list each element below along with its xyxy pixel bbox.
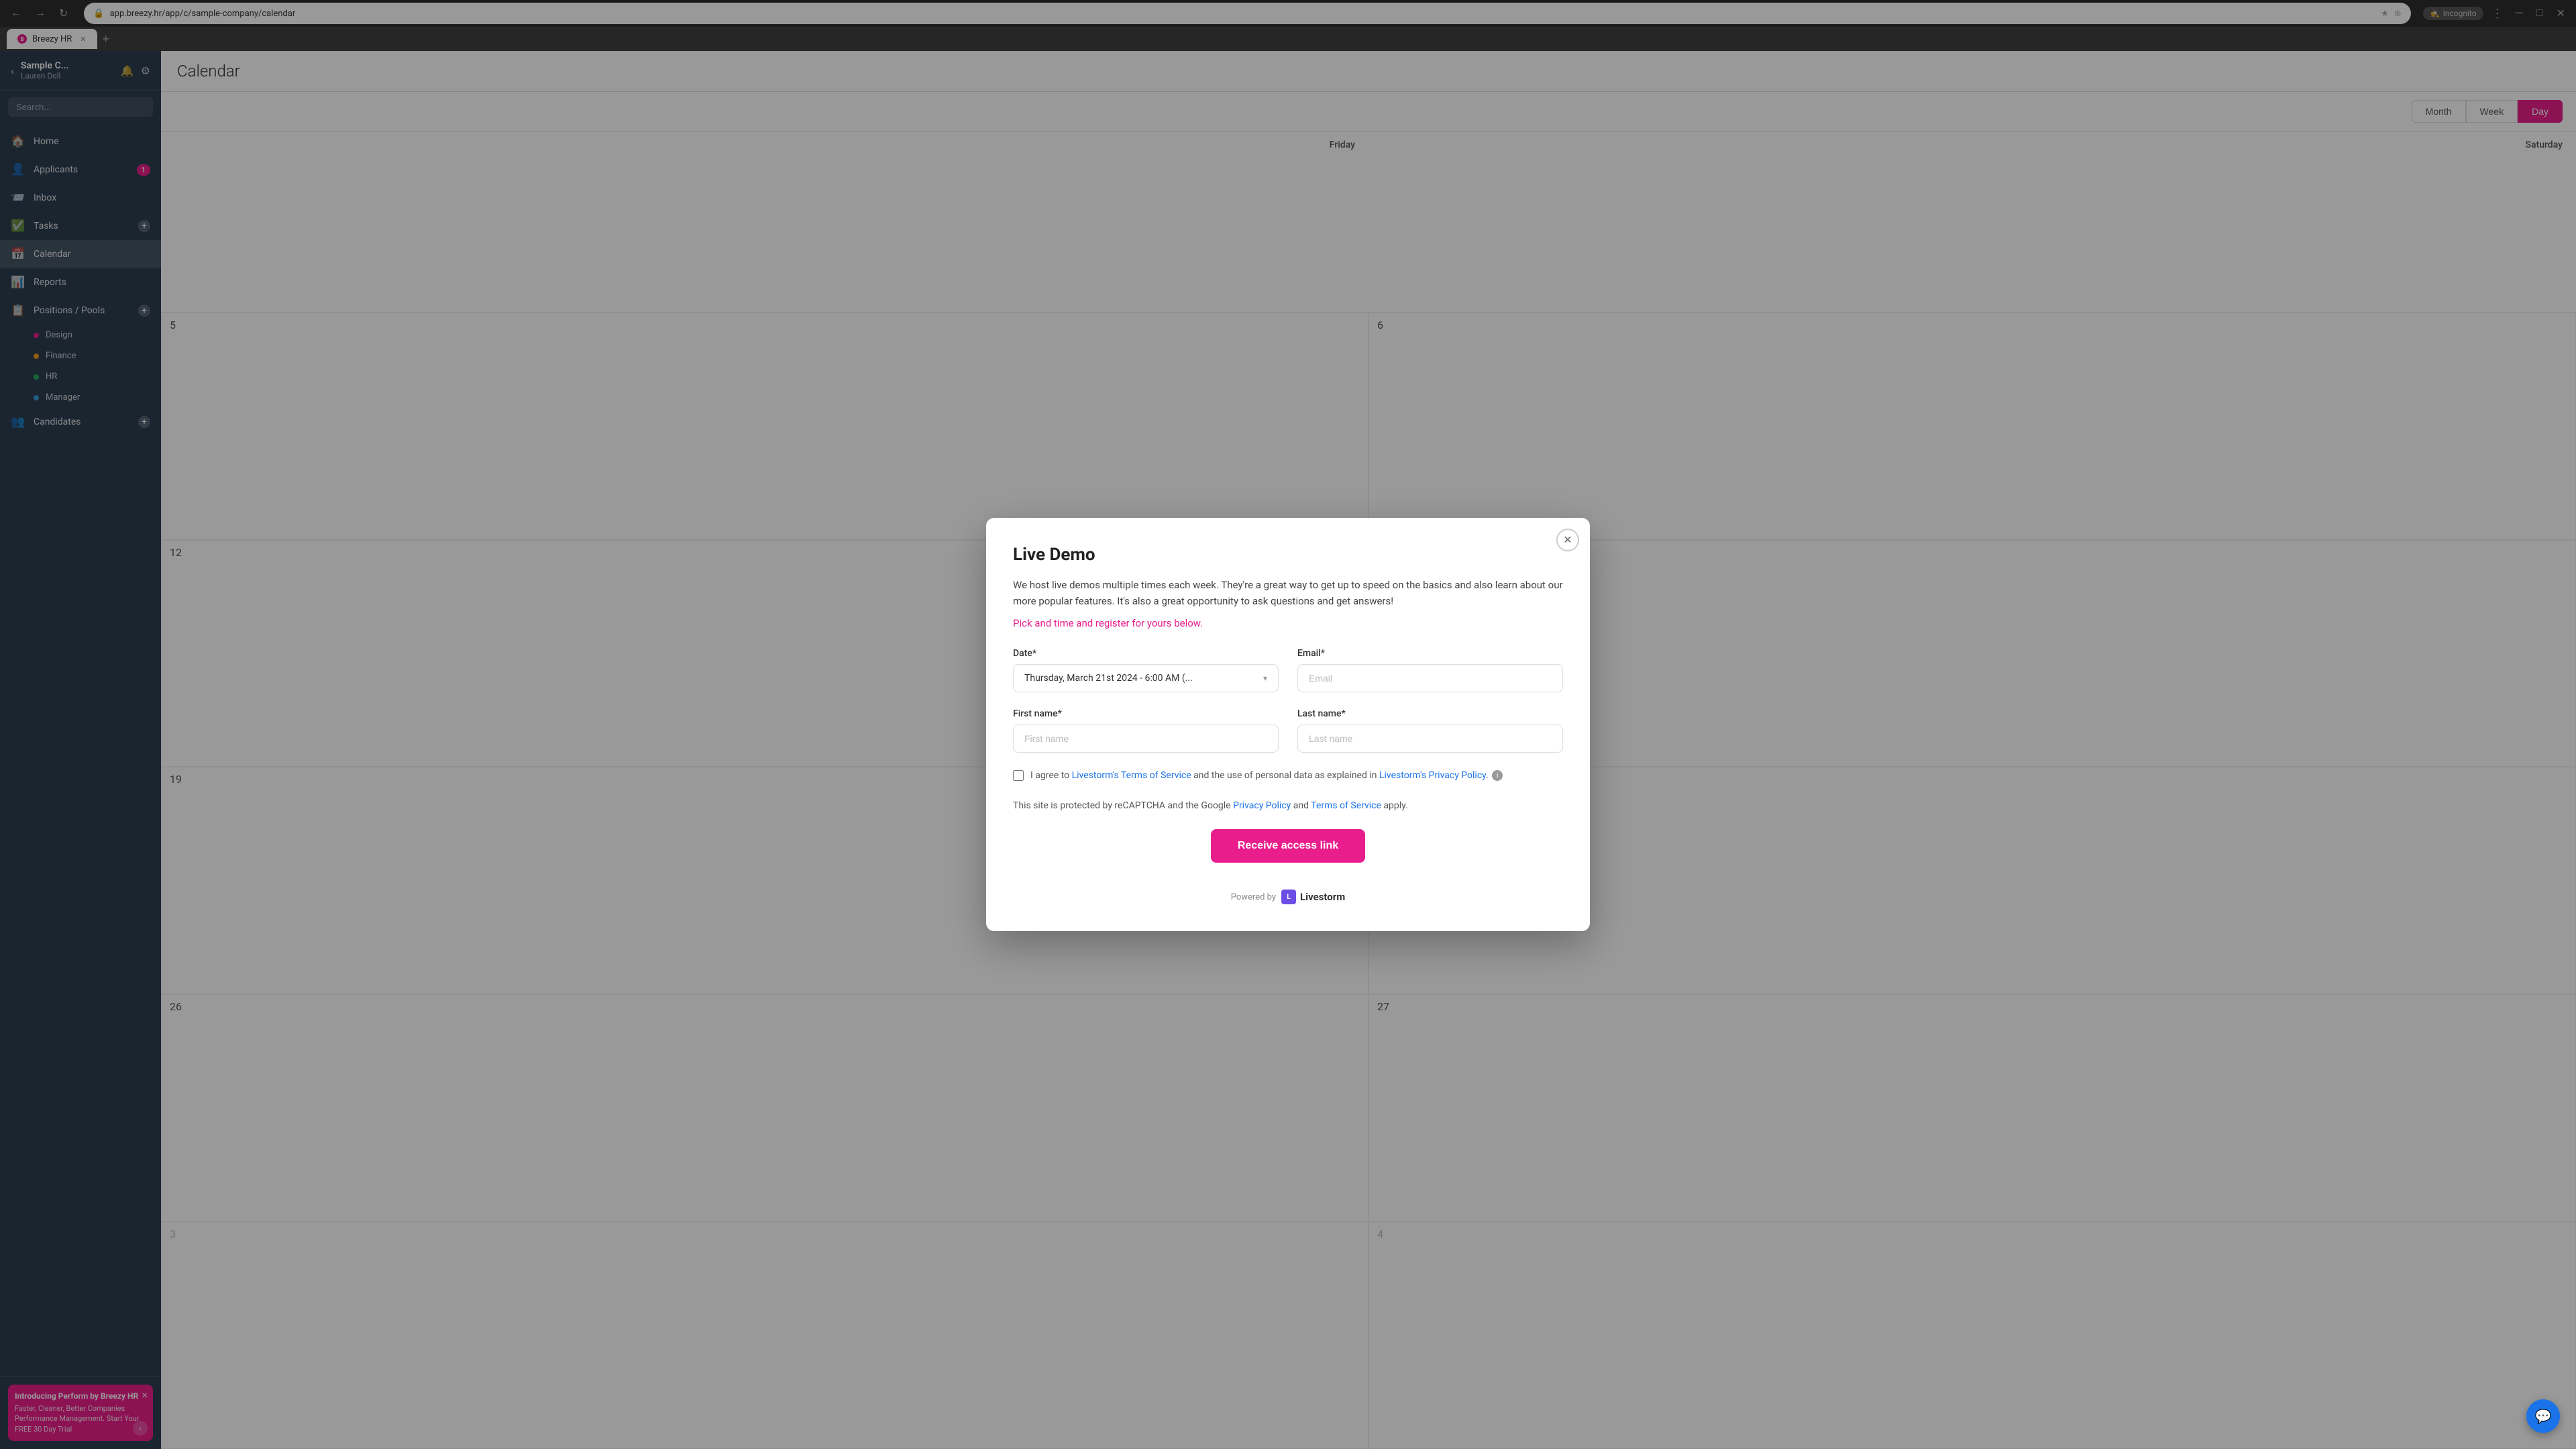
last-name-field[interactable]	[1297, 724, 1563, 753]
form-row-names: First name* Last name*	[1013, 708, 1563, 753]
modal-description: We host live demos multiple times each w…	[1013, 577, 1563, 609]
form-group-email: Email*	[1297, 648, 1563, 692]
submit-button[interactable]: Receive access link	[1211, 829, 1365, 863]
last-name-label: Last name*	[1297, 708, 1563, 719]
date-value: Thursday, March 21st 2024 - 6:00 AM (...	[1024, 673, 1193, 684]
email-field[interactable]	[1297, 664, 1563, 692]
first-name-label: First name*	[1013, 708, 1279, 719]
form-group-last-name: Last name*	[1297, 708, 1563, 753]
livestorm-name: Livestorm	[1300, 891, 1345, 903]
live-demo-modal: ✕ Live Demo We host live demos multiple …	[986, 518, 1590, 931]
modal-title: Live Demo	[1013, 545, 1563, 565]
form-group-first-name: First name*	[1013, 708, 1279, 753]
chat-button[interactable]: 💬	[2526, 1399, 2560, 1433]
modal-form: Date* Thursday, March 21st 2024 - 6:00 A…	[1013, 648, 1563, 904]
date-label: Date*	[1013, 648, 1279, 659]
terms-checkbox[interactable]	[1013, 770, 1024, 781]
terms-link-2[interactable]: Livestorm's Privacy Policy	[1379, 770, 1486, 781]
chat-icon: 💬	[2535, 1408, 2552, 1424]
form-row-date-email: Date* Thursday, March 21st 2024 - 6:00 A…	[1013, 648, 1563, 692]
date-select[interactable]: Thursday, March 21st 2024 - 6:00 AM (...…	[1013, 664, 1279, 692]
chevron-down-icon: ▾	[1263, 674, 1267, 683]
modal-close-button[interactable]: ✕	[1556, 529, 1579, 551]
powered-by-text: Powered by	[1231, 892, 1276, 902]
livestorm-icon: L	[1281, 890, 1296, 904]
date-select-wrapper: Thursday, March 21st 2024 - 6:00 AM (...…	[1013, 664, 1279, 692]
form-group-date: Date* Thursday, March 21st 2024 - 6:00 A…	[1013, 648, 1279, 692]
terms-text: I agree to Livestorm's Terms of Service …	[1030, 769, 1503, 783]
modal-overlay[interactable]: ✕ Live Demo We host live demos multiple …	[0, 0, 2576, 1449]
powered-by: Powered by L Livestorm	[1013, 890, 1563, 904]
recaptcha-text: This site is protected by reCAPTCHA and …	[1013, 799, 1563, 813]
livestorm-logo: L Livestorm	[1281, 890, 1345, 904]
email-label: Email*	[1297, 648, 1563, 659]
terms-link-1[interactable]: Livestorm's Terms of Service	[1072, 770, 1191, 781]
terms-checkbox-row: I agree to Livestorm's Terms of Service …	[1013, 769, 1563, 783]
modal-cta: Pick and time and register for yours bel…	[1013, 617, 1563, 629]
terms-of-service-link[interactable]: Terms of Service	[1311, 800, 1381, 811]
first-name-field[interactable]	[1013, 724, 1279, 753]
privacy-policy-link[interactable]: Privacy Policy	[1233, 800, 1291, 811]
info-icon[interactable]: i	[1492, 770, 1503, 781]
